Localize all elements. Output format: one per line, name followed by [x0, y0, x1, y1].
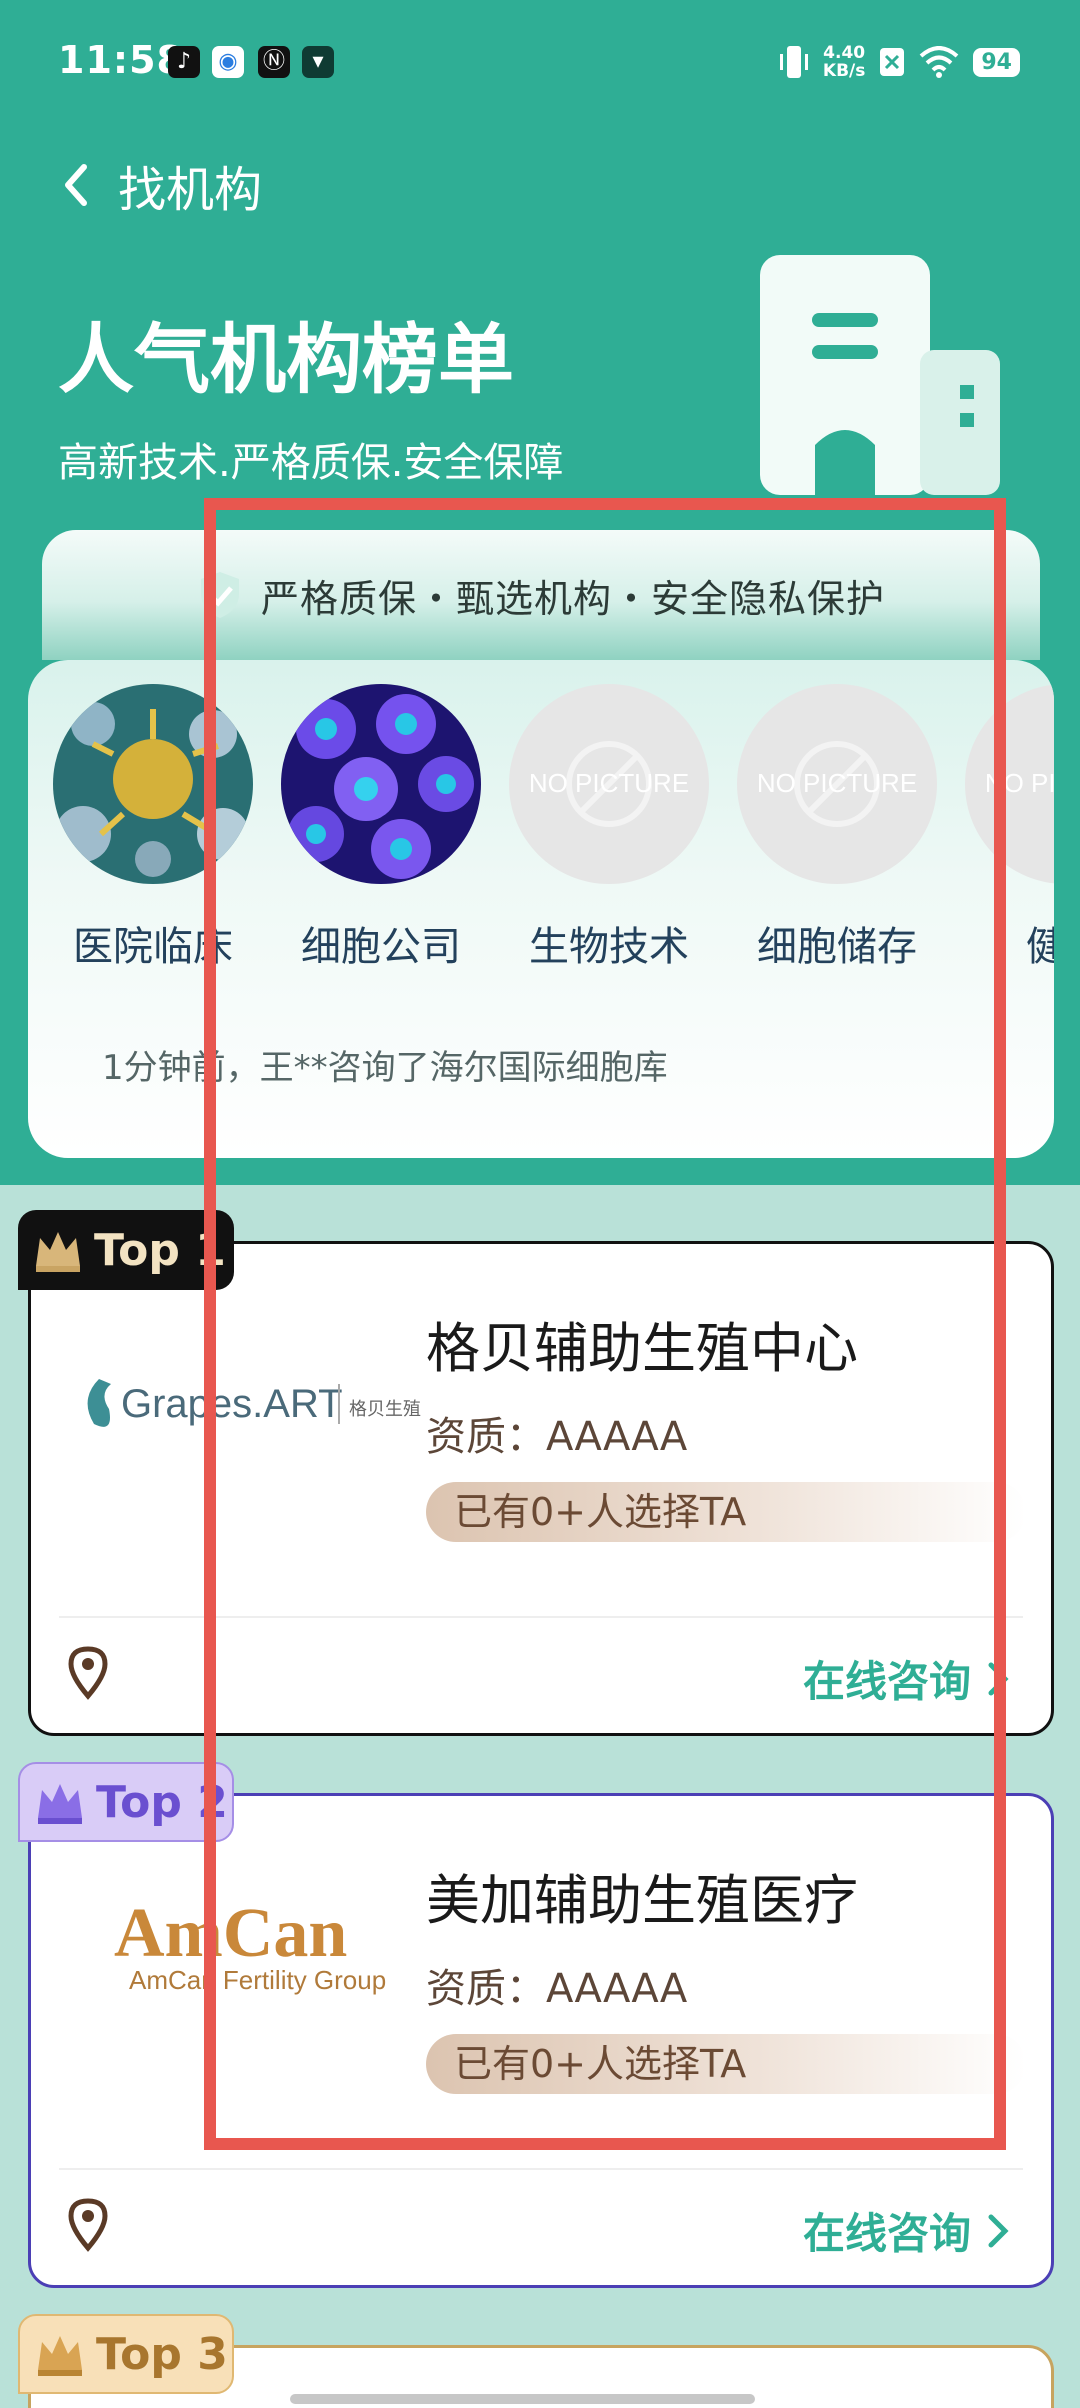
crown-icon [36, 1232, 80, 1272]
back-arrow-icon[interactable] [50, 155, 104, 215]
home-indicator[interactable] [290, 2394, 755, 2404]
hero-title: 人气机构榜单 [58, 315, 514, 404]
status-right: 4.40 KB/s 94 [779, 42, 1020, 82]
nav-bar: 找机构 [50, 150, 262, 220]
status-time: 11:58 [58, 38, 184, 82]
sim-icon [880, 48, 905, 76]
battery-indicator: 94 [973, 47, 1020, 77]
divider [59, 2168, 1023, 2170]
tiktok-icon: ♪ [168, 46, 200, 78]
status-bar: 11:58 ♪ ◉ Ⓝ ▾ 4.40 KB/s 94 [0, 0, 1080, 120]
annotation-highlight-box [204, 498, 1006, 2150]
location-pin-icon[interactable] [65, 1644, 111, 1700]
app-badge-icon: ◉ [212, 46, 244, 78]
vibrate-icon [779, 46, 808, 78]
rank-badge-top3: Top 3 [18, 2314, 234, 2394]
rank-badge-top1: Top 1 [18, 1210, 234, 1290]
category-label: 健... [1025, 924, 1054, 970]
location-pin-icon[interactable] [65, 2196, 111, 2252]
crown-icon [38, 2336, 82, 2376]
rank-badge-top2: Top 2 [18, 1762, 234, 1842]
consult-online-button[interactable]: 在线咨询 [803, 2200, 1011, 2261]
message-icon: ▾ [302, 46, 334, 78]
building-illustration [760, 255, 1000, 495]
chevron-right-icon [988, 2214, 1009, 2247]
network-speed: 4.40 KB/s [822, 43, 866, 81]
n-icon: Ⓝ [258, 46, 290, 78]
wifi-icon [920, 46, 959, 78]
crown-icon [38, 1784, 82, 1824]
page-title: 找机构 [118, 162, 263, 218]
hero-subtitle: 高新技术.严格质保.安全保障 [58, 440, 564, 486]
